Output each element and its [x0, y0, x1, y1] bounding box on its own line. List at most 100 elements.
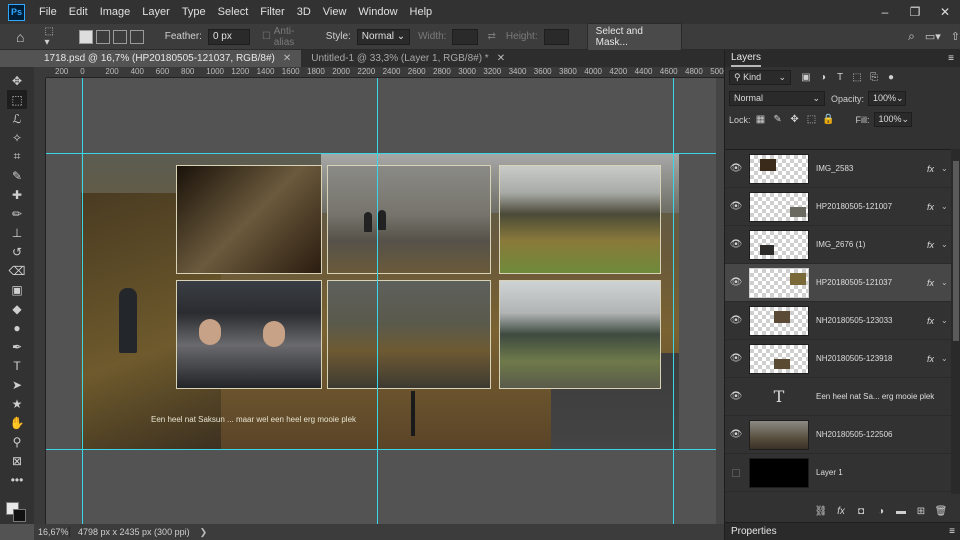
- style-select[interactable]: Normal ⌄: [356, 28, 411, 45]
- pixel-filter-icon[interactable]: ▣: [799, 72, 813, 83]
- layer-name[interactable]: NH20180505-122506: [816, 430, 951, 439]
- shape-filter-icon[interactable]: ⬚: [850, 72, 864, 83]
- chevron-down-icon[interactable]: ⌄: [941, 202, 951, 211]
- new-group-icon[interactable]: ▬: [891, 506, 911, 517]
- eye-icon[interactable]: 👁: [725, 391, 747, 402]
- crop-tool-icon[interactable]: ⌗: [7, 147, 27, 166]
- feather-input[interactable]: 0 px: [207, 28, 250, 45]
- new-selection-icon[interactable]: [78, 29, 93, 44]
- photo-car-selfie[interactable]: [176, 280, 322, 389]
- zoom-tool-icon[interactable]: ⚲: [7, 432, 27, 451]
- clone-stamp-tool-icon[interactable]: ⊥: [7, 223, 27, 242]
- width-input[interactable]: [452, 28, 478, 45]
- layer-row-selected[interactable]: 👁 HP20180505-121037 fx ⌄: [725, 264, 951, 302]
- menu-image[interactable]: Image: [94, 6, 137, 18]
- menu-help[interactable]: Help: [404, 6, 439, 18]
- close-tab-icon[interactable]: ✕: [283, 53, 291, 64]
- workspace-icon[interactable]: ▭▾: [925, 30, 941, 43]
- layer-row[interactable]: 👁 HP20180505-121007 fx ⌄: [725, 188, 951, 226]
- layer-name[interactable]: IMG_2583: [816, 164, 927, 173]
- filter-toggle-icon[interactable]: ●: [884, 72, 898, 83]
- swap-icon[interactable]: ⇄: [488, 31, 496, 42]
- path-selection-tool-icon[interactable]: ➤: [7, 375, 27, 394]
- layer-name[interactable]: Een heel nat Sa... erg mooie plek: [816, 392, 951, 401]
- menu-filter[interactable]: Filter: [254, 6, 290, 18]
- new-layer-icon[interactable]: ⊞: [911, 506, 931, 517]
- lock-all-icon[interactable]: 🔒: [822, 114, 836, 125]
- fx-icon[interactable]: fx: [927, 278, 941, 288]
- kind-filter-select[interactable]: ⚲ Kind ⌄: [729, 70, 791, 85]
- antialias-checkbox[interactable]: ☐ Anti-alias: [262, 26, 312, 48]
- menu-edit[interactable]: Edit: [63, 6, 94, 18]
- layers-panel-title[interactable]: Layers: [731, 51, 762, 67]
- brush-tool-icon[interactable]: ✏: [7, 204, 27, 223]
- layer-name[interactable]: NH20180505-123918: [816, 354, 927, 363]
- link-layers-icon[interactable]: ⛓: [811, 506, 831, 517]
- photo-waterfall[interactable]: [499, 165, 661, 274]
- eye-icon[interactable]: 👁: [725, 239, 747, 250]
- lock-artboard-icon[interactable]: ⬚: [805, 114, 819, 125]
- photo-fjord-road[interactable]: [499, 280, 661, 389]
- home-icon[interactable]: ⌂: [16, 29, 24, 45]
- eye-icon[interactable]: 👁: [725, 353, 747, 364]
- eye-icon[interactable]: 👁: [725, 315, 747, 326]
- layer-row[interactable]: 👁: [725, 492, 951, 494]
- layer-name[interactable]: HP20180505-121037: [816, 278, 927, 287]
- add-mask-icon[interactable]: ◘: [851, 506, 871, 517]
- layer-row[interactable]: 👁 IMG_2583 fx ⌄: [725, 150, 951, 188]
- dodge-tool-icon[interactable]: ●: [7, 318, 27, 337]
- eye-icon[interactable]: 👁: [725, 201, 747, 212]
- eye-icon[interactable]: 👁: [725, 429, 747, 440]
- guide-vertical[interactable]: [377, 78, 378, 524]
- search-icon[interactable]: ⌕: [908, 29, 915, 44]
- layer-row[interactable]: 👁 NH20180505-123918 fx ⌄: [725, 340, 951, 378]
- type-filter-icon[interactable]: T: [833, 72, 847, 83]
- fx-icon[interactable]: fx: [927, 240, 941, 250]
- lock-image-icon[interactable]: ✎: [771, 114, 785, 125]
- trash-icon[interactable]: 🗑: [931, 506, 951, 517]
- smart-object-filter-icon[interactable]: ⎘: [867, 72, 881, 83]
- select-and-mask-button[interactable]: Select and Mask...: [586, 22, 683, 51]
- layer-name[interactable]: IMG_2676 (1): [816, 240, 927, 249]
- background-color[interactable]: [13, 509, 26, 522]
- height-input[interactable]: [543, 28, 569, 45]
- layer-row[interactable]: 👁 NH20180505-122506: [725, 416, 951, 454]
- menu-window[interactable]: Window: [352, 6, 403, 18]
- adjustment-layer-icon[interactable]: ◑: [871, 506, 891, 517]
- intersect-selection-icon[interactable]: [129, 29, 144, 44]
- status-menu-icon[interactable]: ❯: [200, 527, 208, 538]
- opacity-input[interactable]: 100% ⌄: [868, 91, 907, 106]
- lasso-tool-icon[interactable]: ℒ: [7, 109, 27, 128]
- fx-icon[interactable]: fx: [927, 354, 941, 364]
- gradient-tool-icon[interactable]: ▣: [7, 280, 27, 299]
- zoom-level[interactable]: 16,67%: [34, 527, 70, 537]
- vertical-ruler[interactable]: [34, 78, 46, 524]
- layer-row[interactable]: 👁 T Een heel nat Sa... erg mooie plek: [725, 378, 951, 416]
- eye-hidden-icon[interactable]: [725, 468, 747, 477]
- pen-tool-icon[interactable]: ✒: [7, 337, 27, 356]
- eyedropper-tool-icon[interactable]: ✎: [7, 166, 27, 185]
- color-swatches[interactable]: [6, 502, 28, 522]
- menu-3d[interactable]: 3D: [291, 6, 317, 18]
- layer-row[interactable]: 👁 NH20180505-123033 fx ⌄: [725, 302, 951, 340]
- layer-name[interactable]: Layer 1: [816, 468, 951, 477]
- panel-menu-icon[interactable]: ≡: [949, 526, 955, 537]
- canvas-area[interactable]: Een heel nat Saksun ... maar wel een hee…: [46, 78, 724, 524]
- photo-valley-river[interactable]: [327, 280, 491, 389]
- restore-button[interactable]: ❐: [900, 0, 930, 24]
- tab-untitled-1[interactable]: Untitled-1 @ 33,3% (Layer 1, RGB/8#) * ✕: [301, 50, 515, 67]
- fill-input[interactable]: 100% ⌄: [873, 112, 912, 127]
- chevron-down-icon[interactable]: ⌄: [941, 164, 951, 173]
- blur-tool-icon[interactable]: ◆: [7, 299, 27, 318]
- canvas-scrollbar[interactable]: [716, 78, 724, 524]
- magic-wand-tool-icon[interactable]: ✧: [7, 128, 27, 147]
- layer-row[interactable]: 👁 IMG_2676 (1) fx ⌄: [725, 226, 951, 264]
- eye-icon[interactable]: 👁: [725, 163, 747, 174]
- history-brush-tool-icon[interactable]: ↺: [7, 242, 27, 261]
- chevron-down-icon[interactable]: ⌄: [941, 316, 951, 325]
- menu-layer[interactable]: Layer: [136, 6, 176, 18]
- close-tab-icon[interactable]: ✕: [497, 53, 505, 64]
- share-icon[interactable]: ⇧: [951, 30, 960, 43]
- chevron-down-icon[interactable]: ⌄: [941, 240, 951, 249]
- properties-panel-title[interactable]: Properties: [731, 526, 777, 537]
